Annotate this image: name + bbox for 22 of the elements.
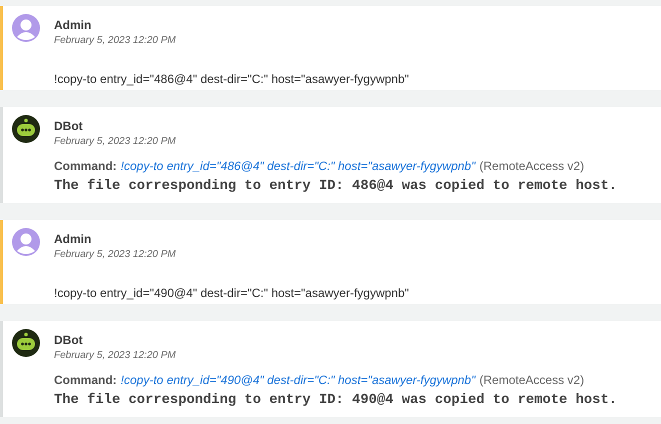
command-link[interactable]: !copy-to entry_id="486@4" dest-dir="C:" host="asawyer-fygywpnb" (120, 159, 476, 173)
integration-name: (RemoteAccess v2) (479, 373, 584, 387)
robot-avatar-icon (12, 115, 40, 143)
message-text: !copy-to entry_id="490@4" dest-dir="C:" host="asawyer-fygywpnb" (54, 286, 409, 300)
timestamp: February 5, 2023 12:20 PM (54, 136, 176, 147)
message-text: !copy-to entry_id="486@4" dest-dir="C:" host="asawyer-fygywpnb" (54, 72, 409, 86)
author-name: Admin (54, 232, 92, 246)
author-name: DBot (54, 119, 83, 133)
command-label: Command: (54, 373, 117, 387)
timestamp: February 5, 2023 12:20 PM (54, 350, 176, 361)
integration-name: (RemoteAccess v2) (479, 159, 584, 173)
command-output: The file corresponding to entry ID: 490@4 was copied to remote host. (54, 393, 618, 408)
command-label: Command: (54, 159, 117, 173)
command-output: The file corresponding to entry ID: 486@4 was copied to remote host. (54, 179, 618, 194)
user-avatar-icon (12, 14, 40, 42)
robot-avatar-icon (12, 329, 40, 357)
author-name: Admin (54, 18, 92, 32)
timestamp: February 5, 2023 12:20 PM (54, 35, 176, 46)
user-avatar-icon (12, 228, 40, 256)
command-link[interactable]: !copy-to entry_id="490@4" dest-dir="C:" host="asawyer-fygywpnb" (120, 373, 476, 387)
timestamp: February 5, 2023 12:20 PM (54, 249, 176, 260)
author-name: DBot (54, 333, 83, 347)
